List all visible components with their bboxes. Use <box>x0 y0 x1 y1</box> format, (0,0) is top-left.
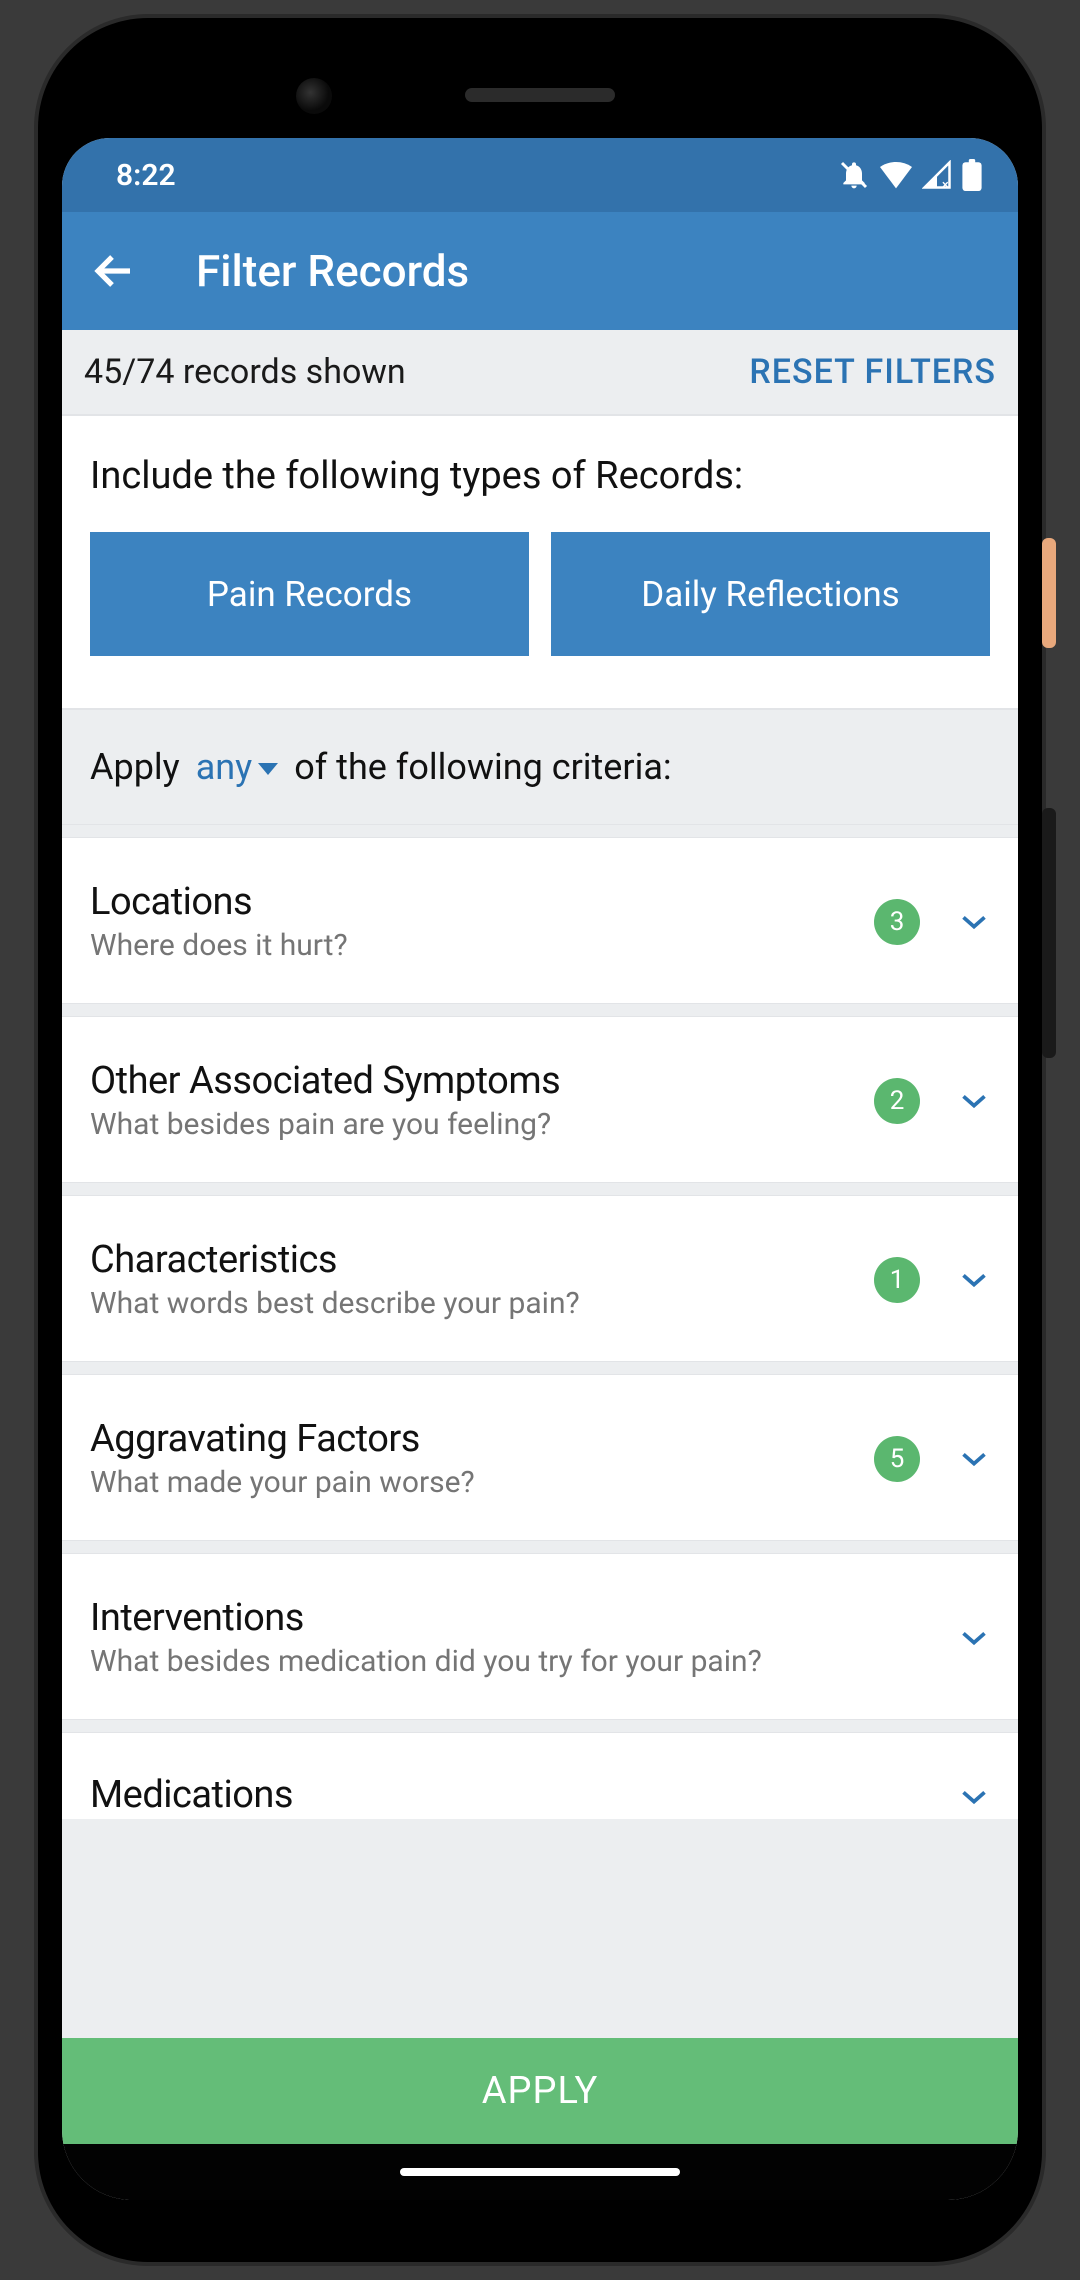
row-subtitle: What words best describe your pain? <box>90 1286 874 1321</box>
caret-down-icon <box>258 763 278 775</box>
battery-icon <box>962 159 982 191</box>
divider <box>62 1182 1018 1196</box>
row-title: Interventions <box>90 1596 958 1640</box>
row-locations[interactable]: Locations Where does it hurt? 3 <box>62 838 1018 1003</box>
row-title: Other Associated Symptoms <box>90 1059 874 1103</box>
power-button <box>1042 538 1056 648</box>
signal-icon: × <box>922 160 952 190</box>
app-bar: Filter Records <box>62 212 1018 330</box>
divider <box>62 1361 1018 1375</box>
criteria-bar: Apply any of the following criteria: <box>62 710 1018 824</box>
pain-records-toggle[interactable]: Pain Records <box>90 532 529 656</box>
chevron-down-icon <box>958 1443 990 1475</box>
chevron-down-icon <box>958 1622 990 1654</box>
divider <box>62 1719 1018 1733</box>
row-title: Characteristics <box>90 1238 874 1282</box>
criteria-mode-dropdown[interactable]: any <box>190 746 285 788</box>
criteria-list: Locations Where does it hurt? 3 Other As… <box>62 824 1018 2038</box>
back-button[interactable] <box>90 247 138 295</box>
records-shown-label: 45/74 records shown <box>84 352 406 392</box>
criteria-suffix: of the following criteria: <box>294 746 671 788</box>
system-nav-bar <box>62 2144 1018 2200</box>
divider <box>62 1003 1018 1017</box>
chevron-down-icon <box>958 1264 990 1296</box>
row-interventions[interactable]: Interventions What besides medication di… <box>62 1554 1018 1719</box>
phone-speaker <box>465 88 615 102</box>
front-camera <box>296 78 332 114</box>
count-badge: 5 <box>874 1436 920 1482</box>
record-types-heading: Include the following types of Records: <box>90 454 990 498</box>
divider <box>62 1540 1018 1554</box>
phone-frame: 8:22 × Filter Records 45/74 records show… <box>38 18 1042 2262</box>
wifi-icon <box>880 160 912 190</box>
subheader: 45/74 records shown RESET FILTERS <box>62 330 1018 414</box>
apply-button[interactable]: APPLY <box>62 2038 1018 2144</box>
row-subtitle: What besides medication did you try for … <box>90 1644 958 1679</box>
chevron-down-icon <box>958 1781 990 1813</box>
count-badge: 1 <box>874 1257 920 1303</box>
row-title: Aggravating Factors <box>90 1417 874 1461</box>
row-subtitle: Where does it hurt? <box>90 928 874 963</box>
volume-button <box>1042 808 1056 1058</box>
status-bar: 8:22 × <box>62 138 1018 212</box>
daily-reflections-toggle[interactable]: Daily Reflections <box>551 532 990 656</box>
screen: 8:22 × Filter Records 45/74 records show… <box>62 138 1018 2200</box>
row-characteristics[interactable]: Characteristics What words best describe… <box>62 1196 1018 1361</box>
row-subtitle: What made your pain worse? <box>90 1465 874 1500</box>
row-medications[interactable]: Medications <box>62 1733 1018 1819</box>
reset-filters-button[interactable]: RESET FILTERS <box>749 352 996 392</box>
row-title: Medications <box>90 1773 958 1817</box>
status-icons: × <box>838 159 982 191</box>
svg-text:×: × <box>942 178 949 190</box>
criteria-mode-value: any <box>196 746 253 788</box>
chevron-down-icon <box>958 1085 990 1117</box>
status-time: 8:22 <box>116 158 176 193</box>
divider <box>62 824 1018 838</box>
record-types-section: Include the following types of Records: … <box>62 414 1018 710</box>
nav-handle[interactable] <box>400 2168 680 2176</box>
criteria-prefix: Apply <box>90 746 180 788</box>
count-badge: 3 <box>874 899 920 945</box>
row-aggravating[interactable]: Aggravating Factors What made your pain … <box>62 1375 1018 1540</box>
page-title: Filter Records <box>196 245 469 297</box>
arrow-left-icon <box>90 247 138 295</box>
row-title: Locations <box>90 880 874 924</box>
chevron-down-icon <box>958 906 990 938</box>
notifications-off-icon <box>838 159 870 191</box>
row-subtitle: What besides pain are you feeling? <box>90 1107 874 1142</box>
row-symptoms[interactable]: Other Associated Symptoms What besides p… <box>62 1017 1018 1182</box>
count-badge: 2 <box>874 1078 920 1124</box>
